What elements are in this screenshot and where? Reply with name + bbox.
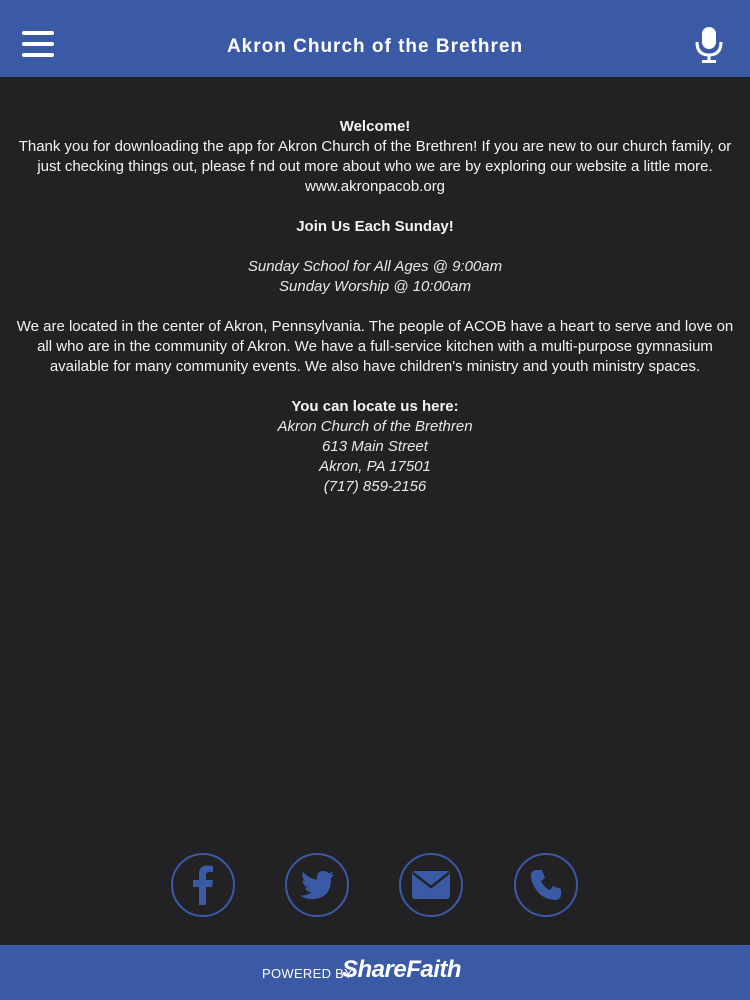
microphone-icon[interactable] <box>694 26 724 64</box>
sharefaith-logo[interactable]: ShareFaith <box>342 956 462 984</box>
website-link[interactable]: www.akronpacob.org <box>14 177 736 197</box>
welcome-text: Thank you for downloading the app for Ak… <box>18 138 732 175</box>
locate-heading: You can locate us here: <box>291 398 459 415</box>
about-text: We are located in the center of Akron, P… <box>16 318 734 375</box>
twitter-icon[interactable] <box>285 853 349 917</box>
address-phone: (717) 859-2156 <box>323 478 427 495</box>
email-icon[interactable] <box>399 853 463 917</box>
welcome-content: Welcome! Thank you for downloading the a… <box>14 117 736 497</box>
social-links <box>0 853 750 923</box>
sunday-heading: Join Us Each Sunday! <box>296 218 454 235</box>
sunday-worship-time: Sunday Worship @ 10:00am <box>279 278 471 295</box>
sunday-school-time: Sunday School for All Ages @ 9:00am <box>247 258 503 275</box>
facebook-icon[interactable] <box>171 853 235 917</box>
welcome-heading: Welcome! <box>339 118 411 135</box>
app-footer: POWERED BY ShareFaith <box>0 945 750 1000</box>
app-title: Akron Church of the Brethren <box>226 36 524 57</box>
address-name: Akron Church of the Brethren <box>277 418 473 435</box>
address-city: Akron, PA 17501 <box>319 458 431 475</box>
powered-by-label: POWERED BY <box>262 966 354 981</box>
app-header: Akron Church of the Brethren <box>0 0 750 77</box>
phone-icon[interactable] <box>514 853 578 917</box>
address-street: 613 Main Street <box>322 438 428 455</box>
